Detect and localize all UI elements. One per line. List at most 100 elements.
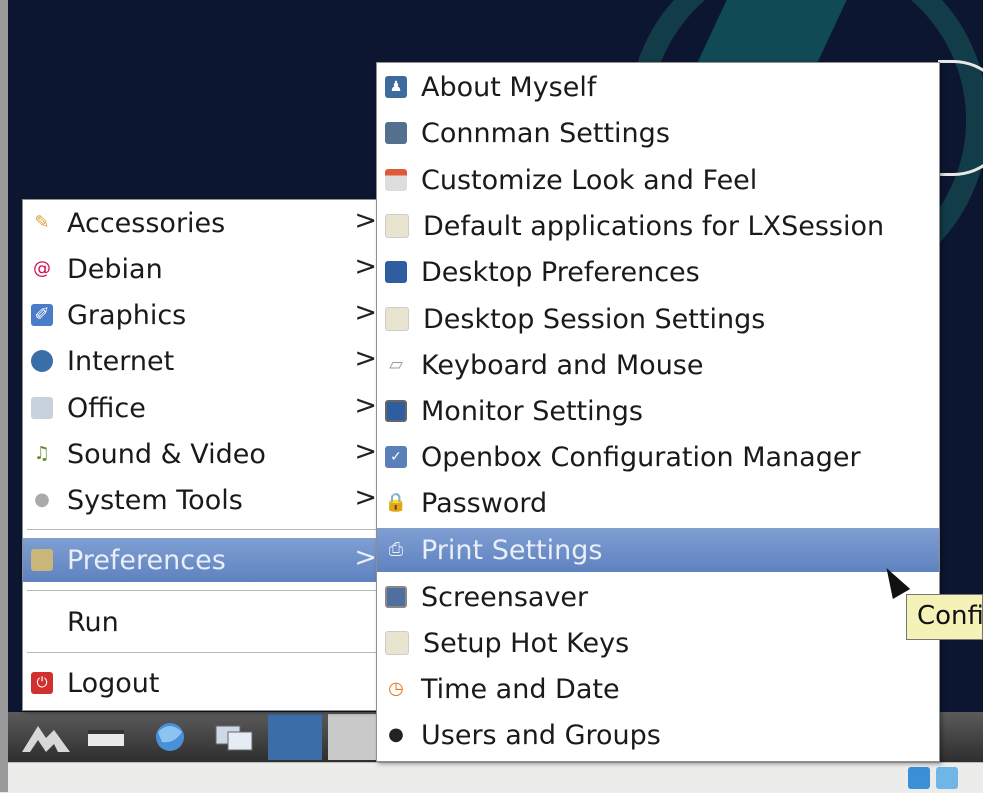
users-icon: ● — [388, 724, 404, 745]
chevron-right-icon: > — [354, 482, 377, 513]
submenu-item-openbox-configuration-manager[interactable]: ✓ Openbox Configuration Manager — [377, 435, 939, 479]
menu-item-label: Logout — [67, 667, 160, 699]
submenu-item-customize-look-and-feel[interactable]: Customize Look and Feel — [377, 158, 939, 202]
graphics-icon: ✐ — [31, 304, 53, 326]
globe-icon — [31, 350, 53, 372]
submenu-item-screensaver[interactable]: Screensaver — [377, 575, 939, 619]
menu-item-debian[interactable]: @ Debian > — [23, 247, 385, 291]
keyboard-icon: ▱ — [389, 354, 403, 375]
chevron-right-icon: > — [354, 205, 377, 236]
submenu-item-label: Print Settings — [421, 534, 603, 566]
menu-item-label: Sound & Video — [67, 438, 266, 470]
openbox-icon: ✓ — [385, 446, 407, 468]
update-notifier-icon[interactable] — [908, 767, 930, 789]
network-tray-icon[interactable] — [936, 767, 958, 789]
workspace-2-button[interactable] — [328, 714, 382, 760]
lxsession-icon — [385, 214, 409, 238]
hotkeys-icon — [385, 631, 409, 655]
monitor-icon — [385, 400, 407, 422]
submenu-item-keyboard-and-mouse[interactable]: ▱ Keyboard and Mouse — [377, 343, 939, 387]
submenu-item-label: Password — [421, 487, 548, 519]
submenu-item-label: Setup Hot Keys — [423, 627, 630, 659]
submenu-item-setup-hot-keys[interactable]: Setup Hot Keys — [377, 621, 939, 665]
network-icon — [385, 122, 407, 144]
submenu-item-label: Desktop Session Settings — [423, 303, 766, 335]
menu-item-label: Run — [67, 606, 119, 638]
appearance-icon — [385, 169, 407, 191]
menu-item-graphics[interactable]: ✐ Graphics > — [23, 293, 385, 337]
submenu-item-label: Openbox Configuration Manager — [421, 441, 861, 473]
debian-swirl-icon: @ — [33, 258, 51, 279]
sound-video-icon: ♫ — [33, 443, 51, 464]
chevron-right-icon: > — [354, 343, 377, 374]
menu-item-label: Debian — [67, 253, 163, 285]
wallpaper-swirl — [938, 60, 983, 176]
status-bar — [8, 762, 983, 793]
submenu-item-connman-settings[interactable]: Connman Settings — [377, 111, 939, 155]
submenu-item-time-and-date[interactable]: ◷ Time and Date — [377, 667, 939, 711]
clock-icon: ◷ — [388, 678, 404, 699]
submenu-item-label: Desktop Preferences — [421, 256, 700, 288]
menu-item-logout[interactable]: ⏻ Logout — [23, 661, 385, 705]
menu-item-label: Office — [67, 392, 146, 424]
menu-separator — [27, 590, 381, 591]
workspace-1-button[interactable] — [268, 714, 322, 760]
lxde-menu-icon[interactable] — [20, 720, 72, 754]
submenu-item-about-myself[interactable]: ♟ About Myself — [377, 65, 939, 109]
submenu-item-password[interactable]: 🔒 Password — [377, 481, 939, 525]
submenu-item-print-settings[interactable]: ⎙ Print Settings — [377, 528, 939, 572]
submenu-item-label: Monitor Settings — [421, 395, 643, 427]
desktop-icon — [385, 261, 407, 283]
window-edge — [0, 0, 8, 792]
submenu-item-label: Customize Look and Feel — [421, 164, 758, 196]
menu-item-system-tools[interactable]: ● System Tools > — [23, 478, 385, 522]
submenu-item-label: Users and Groups — [421, 719, 661, 751]
menu-item-run[interactable]: Run — [23, 600, 385, 644]
submenu-item-desktop-preferences[interactable]: Desktop Preferences — [377, 250, 939, 294]
menu-item-label: Graphics — [67, 299, 187, 331]
lock-icon: 🔒 — [384, 492, 408, 513]
menu-item-preferences[interactable]: Preferences > — [23, 538, 385, 582]
show-desktop-icon[interactable] — [208, 720, 260, 754]
submenu-item-label: Screensaver — [421, 581, 589, 613]
screensaver-icon — [385, 586, 407, 608]
menu-item-label: System Tools — [67, 484, 243, 516]
menu-item-office[interactable]: Office > — [23, 386, 385, 430]
main-application-menu: ✎ Accessories > @ Debian > ✐ Graphics > … — [22, 199, 386, 711]
menu-item-label: Preferences — [67, 544, 226, 576]
chevron-right-icon: > — [354, 390, 377, 421]
submenu-item-default-applications[interactable]: Default applications for LXSession — [377, 204, 939, 248]
submenu-item-label: About Myself — [421, 71, 597, 103]
menu-item-internet[interactable]: Internet > — [23, 339, 385, 383]
user-card-icon: ♟ — [385, 76, 407, 98]
submenu-item-monitor-settings[interactable]: Monitor Settings — [377, 389, 939, 433]
menu-item-accessories[interactable]: ✎ Accessories > — [23, 201, 385, 245]
menu-separator — [27, 652, 381, 653]
terminal-icon[interactable] — [84, 720, 128, 754]
submenu-item-users-and-groups[interactable]: ● Users and Groups — [377, 713, 939, 757]
logout-icon: ⏻ — [31, 672, 53, 694]
system-tools-icon: ● — [34, 489, 50, 510]
run-spacer — [31, 611, 53, 633]
office-icon — [31, 397, 53, 419]
menu-item-label: Internet — [67, 345, 175, 377]
tooltip: Confi — [906, 594, 983, 640]
accessories-icon: ✎ — [34, 212, 50, 233]
printer-icon: ⎙ — [388, 539, 404, 560]
submenu-item-label: Keyboard and Mouse — [421, 349, 704, 381]
submenu-item-label: Default applications for LXSession — [423, 210, 885, 242]
preferences-submenu: ♟ About Myself Connman Settings Customiz… — [376, 62, 940, 762]
menu-item-label: Accessories — [67, 207, 226, 239]
chevron-right-icon: > — [354, 542, 377, 573]
submenu-item-label: Connman Settings — [421, 117, 670, 149]
preferences-icon — [31, 549, 53, 571]
web-browser-icon[interactable] — [144, 720, 196, 754]
menu-item-sound-video[interactable]: ♫ Sound & Video > — [23, 432, 385, 476]
session-icon — [385, 307, 409, 331]
menu-separator — [27, 529, 381, 530]
submenu-item-label: Time and Date — [421, 673, 620, 705]
submenu-item-desktop-session-settings[interactable]: Desktop Session Settings — [377, 297, 939, 341]
chevron-right-icon: > — [354, 251, 377, 282]
chevron-right-icon: > — [354, 297, 377, 328]
chevron-right-icon: > — [354, 436, 377, 467]
